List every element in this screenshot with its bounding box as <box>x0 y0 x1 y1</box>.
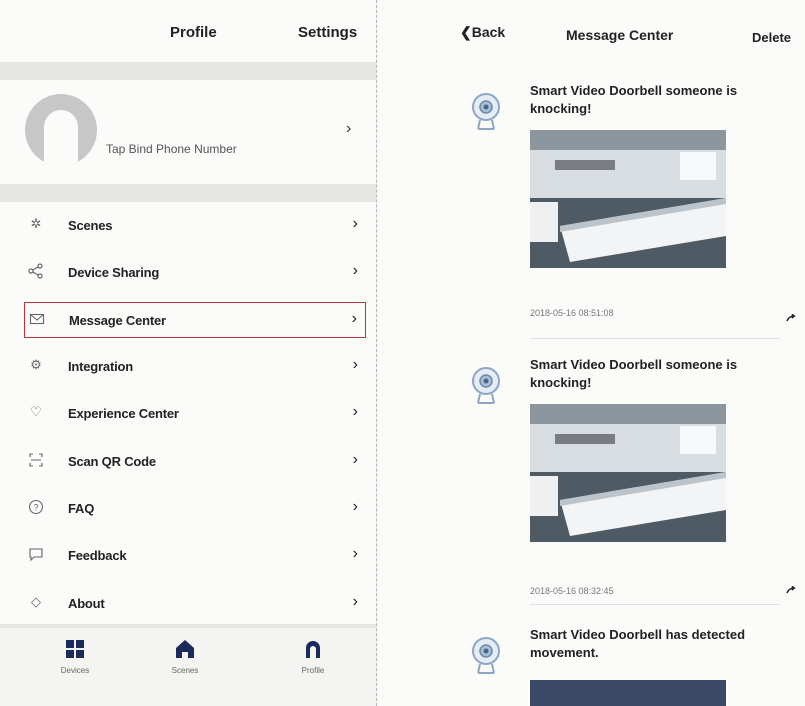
share-arrow-icon[interactable] <box>786 586 796 594</box>
scan-icon <box>28 452 44 468</box>
chevron-right-icon: › <box>352 215 358 232</box>
user-profile-row[interactable]: Tap Bind Phone Number › <box>0 80 376 184</box>
home-icon <box>176 640 194 658</box>
message-text: Smart Video Doorbell someone is knocking… <box>530 357 738 390</box>
menu-item-scan-qr-code[interactable]: Scan QR Code › <box>24 444 366 480</box>
tab-devices[interactable]: Devices <box>40 638 110 698</box>
devices-grid-icon <box>66 640 84 658</box>
message-separator <box>530 338 780 339</box>
message-item[interactable]: Smart Video Doorbell has detected moveme… <box>378 626 805 706</box>
scenes-icon: ✲ <box>30 216 42 231</box>
menu-item-label: FAQ <box>68 501 95 516</box>
snapshot-thumbnail[interactable] <box>530 680 726 706</box>
settings-button[interactable]: Settings <box>298 24 357 41</box>
menu-item-label: About <box>68 596 105 611</box>
integration-icon: ⚙ <box>30 357 42 372</box>
chevron-right-icon: › <box>352 451 358 468</box>
mail-icon <box>29 311 45 327</box>
menu-item-about[interactable]: ◇ About › <box>24 586 366 622</box>
svg-text:?: ? <box>33 503 38 513</box>
menu-item-experience-center[interactable]: ♡ Experience Center › <box>24 396 366 432</box>
tab-profile[interactable]: Profile <box>278 638 348 698</box>
snapshot-thumbnail[interactable] <box>530 404 726 542</box>
message-timestamp: 2018-05-16 08:51:08 <box>530 308 614 318</box>
page-title: Message Center <box>566 27 674 43</box>
doorbell-camera-icon <box>472 367 500 404</box>
tab-scenes[interactable]: Scenes <box>150 638 220 698</box>
back-label: Back <box>471 24 506 40</box>
tab-label: Profile <box>301 666 325 675</box>
section-divider <box>0 62 376 80</box>
delete-button[interactable]: Delete <box>752 30 791 45</box>
panel-divider <box>376 0 377 706</box>
message-center-header: ❮Back Message Center Delete <box>378 0 805 70</box>
doorbell-camera-icon <box>472 637 500 674</box>
profile-icon <box>306 641 320 658</box>
heart-icon: ♡ <box>30 404 42 419</box>
about-icon: ◇ <box>31 594 41 609</box>
avatar <box>25 94 97 166</box>
bottom-tab-bar: Devices Scenes Profile <box>0 628 376 706</box>
menu-item-message-center[interactable]: Message Center › <box>24 302 366 338</box>
message-separator <box>530 604 780 605</box>
menu-item-faq[interactable]: ? FAQ › <box>24 491 366 527</box>
chevron-right-icon: › <box>346 120 352 137</box>
bind-phone-text: Tap Bind Phone Number <box>106 142 237 156</box>
doorbell-camera-icon <box>472 93 500 130</box>
menu-item-label: Integration <box>68 359 133 374</box>
message-text: Smart Video Doorbell has detected moveme… <box>530 627 746 660</box>
message-item[interactable]: Smart Video Doorbell someone is knocking… <box>378 82 805 332</box>
chevron-right-icon: › <box>352 593 358 610</box>
page-title: Profile <box>170 24 217 41</box>
menu-item-label: Device Sharing <box>68 265 160 280</box>
menu-item-feedback[interactable]: Feedback › <box>24 538 366 574</box>
menu-item-label: Scan QR Code <box>68 454 156 469</box>
chevron-right-icon: › <box>352 356 358 373</box>
message-center-screen: ❮Back Message Center Delete Smart Video … <box>378 0 805 706</box>
share-icon <box>28 263 44 279</box>
profile-screen: Profile Settings Tap Bind Phone Number ›… <box>0 0 376 706</box>
chevron-right-icon: › <box>352 498 358 515</box>
back-button[interactable]: ❮Back <box>460 24 505 41</box>
chevron-right-icon: › <box>352 403 358 420</box>
chevron-right-icon: › <box>352 262 358 279</box>
message-item[interactable]: Smart Video Doorbell someone is knocking… <box>378 356 805 596</box>
message-timestamp: 2018-05-16 08:32:45 <box>530 586 614 596</box>
share-arrow-icon[interactable] <box>786 314 796 322</box>
tab-label: Scenes <box>171 666 199 675</box>
profile-header: Profile Settings <box>0 0 376 60</box>
menu-item-device-sharing[interactable]: Device Sharing › <box>24 255 366 291</box>
chevron-left-icon: ❮ <box>460 24 472 40</box>
menu-item-label: Experience Center <box>68 406 179 421</box>
section-divider <box>0 184 376 202</box>
help-icon: ? <box>28 499 44 515</box>
chevron-right-icon: › <box>352 545 358 562</box>
menu-item-scenes[interactable]: ✲ Scenes › <box>24 208 366 244</box>
chevron-right-icon: › <box>351 310 357 327</box>
feedback-icon <box>28 546 44 562</box>
menu-item-label: Scenes <box>68 218 113 233</box>
menu-item-label: Message Center <box>69 313 166 328</box>
message-text: Smart Video Doorbell someone is knocking… <box>530 83 738 116</box>
menu-item-integration[interactable]: ⚙ Integration › <box>24 349 366 385</box>
menu-item-label: Feedback <box>68 548 127 563</box>
tab-label: Devices <box>60 666 90 675</box>
snapshot-thumbnail[interactable] <box>530 130 726 268</box>
